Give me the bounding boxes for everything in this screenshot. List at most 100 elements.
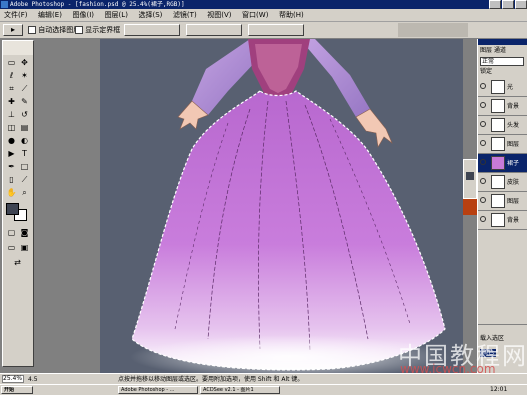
lasso-tool-icon[interactable]: ℓ (5, 70, 18, 82)
align-buttons-group-2[interactable] (186, 24, 242, 36)
type-tool-icon[interactable]: T (18, 148, 31, 160)
menu-filter[interactable]: 滤镜(T) (169, 9, 201, 21)
eye-icon[interactable] (480, 178, 486, 184)
palette-well[interactable] (398, 23, 468, 37)
layer-row[interactable]: 头发 (478, 116, 527, 135)
zoom-field[interactable]: 25.4% (2, 375, 24, 383)
dodge-tool-icon[interactable]: ◐ (18, 135, 31, 147)
standard-mode-icon[interactable]: ▢ (5, 227, 18, 239)
start-button[interactable]: 开始 (1, 386, 33, 394)
distribute-buttons-group[interactable] (248, 24, 304, 36)
document-canvas[interactable] (100, 39, 463, 373)
slice-tool-icon[interactable]: ⟋ (18, 83, 31, 95)
layer-thumbnail (491, 80, 505, 94)
toolbox: ▭ ✥ ℓ ✶ ⌗ ⟋ ✚ ✎ ⊥ ↺ ◫ ▤ ● ◐ ▶ T ✒ □ ▯ ⟋ … (2, 40, 34, 367)
blend-mode-value: 正常 (482, 58, 495, 65)
auto-select-label: 自动选择图层 (38, 26, 81, 34)
toolbox-header (3, 41, 33, 55)
layer-name: 皮肤 (507, 179, 520, 186)
eye-icon[interactable] (480, 159, 486, 165)
healing-brush-tool-icon[interactable]: ✚ (5, 96, 18, 108)
history-brush-tool-icon[interactable]: ↺ (18, 109, 31, 121)
magic-wand-tool-icon[interactable]: ✶ (18, 70, 31, 82)
blur-tool-icon[interactable]: ● (5, 135, 18, 147)
eyedropper-tool-icon[interactable]: ⟋ (18, 174, 31, 186)
menu-edit[interactable]: 编辑(E) (34, 9, 66, 21)
window-title: Adobe Photoshop - [fashion.psd @ 25.4%(裙… (10, 1, 185, 8)
jump-to-imageready-icon[interactable]: ⇄ (11, 257, 24, 269)
maximize-button[interactable] (502, 0, 514, 9)
layer-row[interactable]: 皮肤 (478, 173, 527, 192)
color-mini-palette[interactable] (463, 159, 477, 199)
gradient-tool-icon[interactable]: ▤ (18, 122, 31, 134)
notes-tool-icon[interactable]: ▯ (5, 174, 18, 186)
title-bar: Adobe Photoshop - [fashion.psd @ 25.4%(裙… (0, 0, 527, 9)
quick-mask-mode-icon[interactable]: ◙ (18, 227, 31, 239)
minimize-button[interactable] (489, 0, 501, 9)
taskbar-item-acdsee[interactable]: ACDSee v2.1 - 图片1 (200, 386, 280, 394)
eye-icon[interactable] (480, 102, 486, 108)
layer-thumbnail (491, 137, 505, 151)
path-selection-tool-icon[interactable]: ▶ (5, 148, 18, 160)
layer-row[interactable]: 图层 (478, 135, 527, 154)
layer-name: 背景 (507, 103, 520, 110)
layers-palette: 图层 通道 正常 锁定 光背景 头发 图层 裙子 皮肤 图层 背景 载入选区 颜色 (477, 39, 527, 373)
taskbar-item-photoshop[interactable]: Adobe Photoshop - ... (118, 386, 198, 394)
taskbar: 开始 Adobe Photoshop - ... ACDSee v2.1 - 图… (0, 384, 527, 395)
layer-row[interactable]: 光 (478, 78, 527, 97)
show-bounds-option[interactable]: 显示定界框 (75, 24, 120, 36)
layer-thumbnail (491, 194, 505, 208)
crop-tool-icon[interactable]: ⌗ (5, 83, 18, 95)
layer-name: 背景 (507, 217, 520, 224)
layer-thumbnail (491, 156, 505, 170)
tab-layers[interactable]: 图层 (480, 47, 492, 54)
layer-row[interactable]: 裙子 (478, 154, 527, 173)
clone-stamp-tool-icon[interactable]: ⊥ (5, 109, 18, 121)
options-bar: ▸ 自动选择图层 显示定界框 (0, 22, 527, 39)
menu-help[interactable]: 帮助(H) (275, 9, 308, 21)
screen-mode-full-icon[interactable]: ▣ (18, 242, 31, 254)
layer-row[interactable]: 背景 (478, 211, 527, 230)
hand-tool-icon[interactable]: ✋ (5, 187, 18, 199)
screen-mode-standard-icon[interactable]: ▭ (5, 242, 18, 254)
layer-list: 光背景 头发 图层 裙子 皮肤 图层 背景 (478, 78, 527, 338)
brush-tool-icon[interactable]: ✎ (18, 96, 31, 108)
eye-icon[interactable] (480, 197, 486, 203)
menu-file[interactable]: 文件(F) (0, 9, 32, 21)
close-button[interactable] (515, 0, 527, 9)
menu-select[interactable]: 选择(S) (134, 9, 166, 21)
layer-name: 裙子 (507, 160, 520, 167)
move-tool-icon[interactable]: ✥ (18, 57, 31, 69)
eye-icon[interactable] (480, 216, 486, 222)
menu-view[interactable]: 视图(V) (203, 9, 235, 21)
layer-name: 图层 (507, 141, 520, 148)
eye-icon[interactable] (480, 140, 486, 146)
foreground-color-swatch[interactable] (6, 203, 19, 215)
show-bounds-checkbox[interactable] (75, 26, 83, 34)
layer-thumbnail (491, 99, 505, 113)
blend-mode-select[interactable]: 正常 (480, 57, 524, 66)
zoom-tool-icon[interactable]: ⌕ (18, 187, 31, 199)
shape-tool-icon[interactable]: □ (18, 161, 31, 173)
layer-row[interactable]: 图层 (478, 192, 527, 211)
eraser-tool-icon[interactable]: ◫ (5, 122, 18, 134)
menu-bar: 文件(F) 编辑(E) 图像(I) 图层(L) 选择(S) 滤镜(T) 视图(V… (0, 9, 527, 22)
layer-name: 光 (507, 84, 514, 91)
pen-tool-icon[interactable]: ✒ (5, 161, 18, 173)
marquee-tool-icon[interactable]: ▭ (5, 57, 18, 69)
menu-image[interactable]: 图像(I) (68, 9, 98, 21)
auto-select-checkbox[interactable] (28, 26, 36, 34)
layer-thumbnail (491, 118, 505, 132)
layer-row[interactable]: 背景 (478, 97, 527, 116)
eye-icon[interactable] (480, 121, 486, 127)
tab-channels[interactable]: 通道 (494, 47, 506, 54)
menu-layer[interactable]: 图层(L) (101, 9, 132, 21)
menu-window[interactable]: 窗口(W) (238, 9, 272, 21)
auto-select-option[interactable]: 自动选择图层 (28, 24, 80, 36)
align-buttons-group[interactable] (124, 24, 180, 36)
move-tool-preset-button[interactable]: ▸ (3, 24, 23, 36)
lock-label: 锁定 (480, 68, 493, 75)
mini-fg-swatch[interactable] (466, 172, 474, 180)
layers-bottom-bar (478, 324, 527, 335)
eye-icon[interactable] (480, 83, 486, 89)
